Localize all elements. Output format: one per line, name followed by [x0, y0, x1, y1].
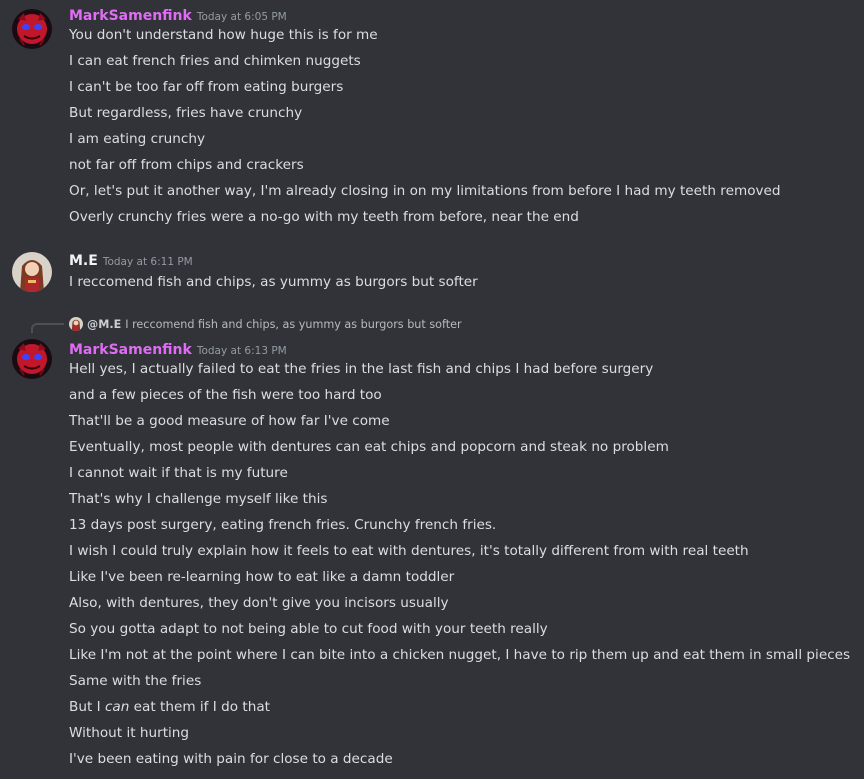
message-line: But I can eat them if I do that — [69, 697, 270, 717]
red-mask-avatar-icon — [12, 339, 52, 379]
avatar[interactable] — [12, 9, 52, 49]
message-line: not far off from chips and crackers — [69, 157, 304, 173]
message-line: Without it hurting — [69, 725, 190, 741]
line-text: eat them if I do that — [129, 699, 270, 715]
avatar[interactable] — [12, 252, 52, 292]
reply-spine — [31, 323, 64, 333]
avatar[interactable] — [12, 339, 52, 379]
message-line: I am eating crunchy — [69, 131, 206, 147]
timestamp[interactable]: Today at 6:05 PM — [197, 11, 287, 23]
message-line: Eventually, most people with dentures ca… — [69, 439, 669, 455]
message-line: So you gotta adapt to not being able to … — [69, 621, 548, 637]
message-line: That'll be a good measure of how far I'v… — [69, 413, 390, 429]
line-text: But I — [69, 699, 105, 715]
timestamp[interactable]: Today at 6:11 PM — [103, 256, 193, 268]
message-line: I cannot wait if that is my future — [69, 465, 288, 481]
reply-avatar — [69, 317, 83, 331]
anime-character-avatar-icon — [69, 317, 83, 331]
reply-preview[interactable]: @M.E I reccomend fish and chips, as yumm… — [69, 315, 462, 333]
message-header: MarkSamenfink Today at 6:13 PM — [69, 339, 287, 359]
username[interactable]: MarkSamenfink — [69, 8, 192, 24]
message-line: and a few pieces of the fish were too ha… — [69, 387, 382, 403]
message-line: 13 days post surgery, eating french frie… — [69, 517, 497, 533]
message-line: I can't be too far off from eating burge… — [69, 79, 344, 95]
message-line: Hell yes, I actually failed to eat the f… — [69, 361, 654, 377]
message-header: M.E Today at 6:11 PM — [69, 250, 193, 270]
reply-text[interactable]: I reccomend fish and chips, as yummy as … — [125, 318, 461, 331]
message-line: Like I'm not at the point where I can bi… — [69, 647, 851, 663]
username[interactable]: MarkSamenfink — [69, 342, 192, 358]
message-line: That's why I challenge myself like this — [69, 491, 328, 507]
anime-character-avatar-icon — [12, 252, 52, 292]
message-line: Same with the fries — [69, 673, 202, 689]
message-line: But regardless, fries have crunchy — [69, 105, 303, 121]
message-line: I've been eating with pain for close to … — [69, 751, 393, 767]
message-line: Also, with dentures, they don't give you… — [69, 595, 449, 611]
message-line: Or, let's put it another way, I'm alread… — [69, 183, 781, 199]
message-line: I can eat french fries and chimken nugge… — [69, 53, 361, 69]
message-line: Like I've been re-learning how to eat li… — [69, 569, 455, 585]
emphasis-text: can — [104, 699, 130, 715]
message-line: Overly crunchy fries were a no-go with m… — [69, 209, 579, 225]
red-mask-avatar-icon — [12, 9, 52, 49]
message-line: I wish I could truly explain how it feel… — [69, 543, 749, 559]
reply-username[interactable]: @M.E — [87, 318, 121, 331]
message-header: MarkSamenfink Today at 6:05 PM — [69, 5, 287, 25]
timestamp[interactable]: Today at 6:13 PM — [197, 345, 287, 357]
username[interactable]: M.E — [69, 253, 98, 269]
message-line: I reccomend fish and chips, as yummy as … — [69, 274, 478, 290]
message-line: You don't understand how huge this is fo… — [69, 27, 378, 43]
